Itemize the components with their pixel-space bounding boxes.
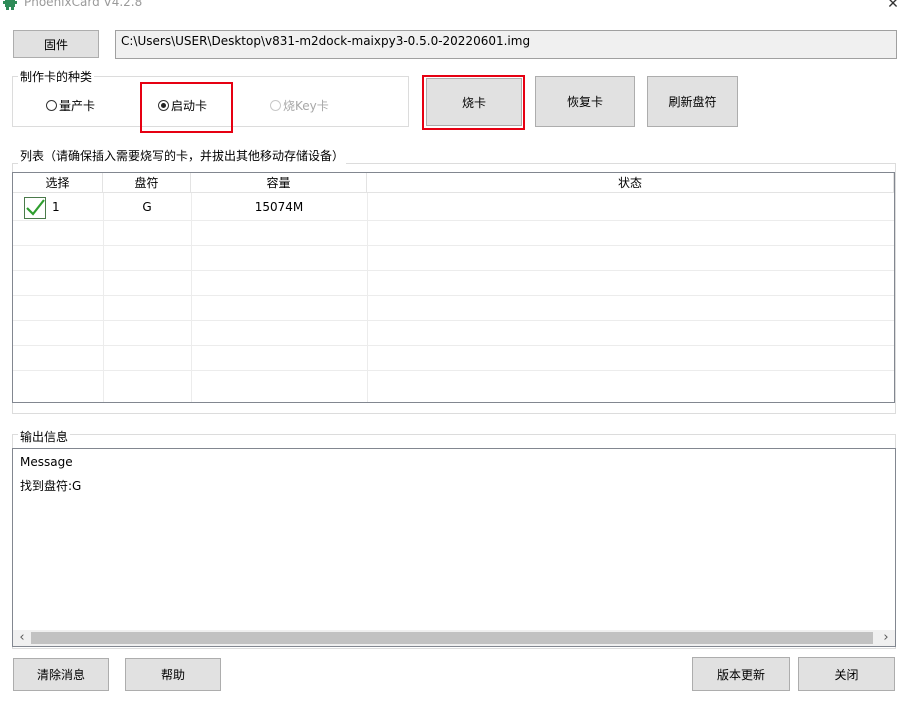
output-textbox[interactable]: Message 找到盘符:G ‹ › — [12, 448, 896, 647]
row-capacity: 15074M — [254, 200, 304, 214]
radio-checked-icon — [158, 100, 169, 111]
column-header-status[interactable]: 状态 — [367, 173, 894, 193]
radio-label: 量产卡 — [59, 99, 96, 113]
column-header-select[interactable]: 选择 — [13, 173, 103, 193]
row-drive: G — [142, 200, 152, 214]
output-line: Message — [20, 455, 73, 469]
clear-messages-button[interactable]: 清除消息 — [13, 658, 109, 691]
burn-card-button[interactable]: 烧卡 — [426, 78, 522, 126]
radio-circle-icon — [46, 100, 57, 111]
card-type-title: 制作卡的种类 — [18, 68, 95, 85]
title-bar: PhoenixCard V4.2.8 ✕ — [0, 0, 908, 14]
help-button[interactable]: 帮助 — [125, 658, 221, 691]
firmware-path-field[interactable]: C:\Users\USER\Desktop\v831-m2dock-maixpy… — [115, 30, 897, 59]
restore-card-button[interactable]: 恢复卡 — [535, 76, 635, 127]
grid-line — [13, 295, 894, 296]
window-title: PhoenixCard V4.2.8 — [24, 0, 143, 9]
firmware-path-text: C:\Users\USER\Desktop\v831-m2dock-maixpy… — [121, 34, 531, 48]
column-header-drive[interactable]: 盘符 — [103, 173, 191, 193]
scroll-right-icon[interactable]: › — [879, 630, 893, 646]
grid-line — [13, 270, 894, 271]
list-title: 列表（请确保插入需要烧写的卡，并拔出其他移动存储设备） — [18, 147, 347, 164]
scrollbar-thumb[interactable] — [31, 632, 873, 644]
grid-line — [13, 370, 894, 371]
column-header-capacity[interactable]: 容量 — [191, 173, 367, 193]
scroll-left-icon[interactable]: ‹ — [15, 630, 29, 646]
firmware-button[interactable]: 固件 — [13, 30, 99, 58]
refresh-drive-button[interactable]: 刷新盘符 — [647, 76, 738, 127]
grid-line — [13, 245, 894, 246]
row-checkbox[interactable] — [24, 197, 46, 219]
grid-line — [13, 220, 894, 221]
radio-label: 烧Key卡 — [283, 99, 329, 113]
output-title: 输出信息 — [18, 428, 71, 445]
radio-label: 启动卡 — [171, 99, 208, 113]
radio-production-card[interactable]: 量产卡 — [46, 97, 95, 114]
horizontal-scrollbar[interactable]: ‹ › — [13, 630, 895, 646]
radio-key-card: 烧Key卡 — [270, 97, 329, 114]
grid-line — [13, 320, 894, 321]
version-update-button[interactable]: 版本更新 — [692, 657, 790, 691]
table-row[interactable]: 1 G 15074M — [13, 195, 894, 219]
radio-boot-card[interactable]: 启动卡 — [158, 97, 207, 114]
phoenix-app-icon — [2, 0, 18, 11]
output-line: 找到盘符:G — [20, 479, 82, 493]
device-table[interactable]: 选择 盘符 容量 状态 1 G 15074M — [12, 172, 895, 403]
close-window-icon[interactable]: ✕ — [884, 0, 902, 12]
close-button[interactable]: 关闭 — [798, 657, 895, 691]
row-index: 1 — [52, 200, 60, 214]
radio-circle-icon — [270, 100, 281, 111]
grid-line — [13, 345, 894, 346]
checkmark-icon — [26, 199, 45, 216]
